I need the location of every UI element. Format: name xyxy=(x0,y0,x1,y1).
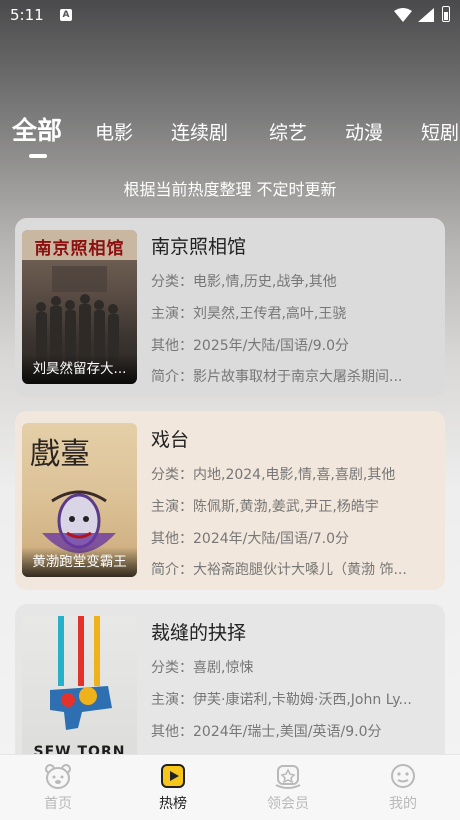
movie-meta: 其他：2024年/大陆/国语/7.0分 xyxy=(151,531,350,547)
movie-poster[interactable]: 南京照相馆 刘昊然留存大... xyxy=(22,230,137,384)
movie-poster[interactable]: 戲臺 黄渤跑堂变霸王 xyxy=(22,423,137,577)
status-bar: 5:11 A xyxy=(0,0,460,32)
movie-synopsis: 简介：影片故事取材于南京大屠杀期间... xyxy=(151,369,403,385)
movie-genre: 分类：内地,2024,电影,情,喜,喜剧,其他 xyxy=(151,467,396,483)
poster-caption: 黄渤跑堂变霸王 xyxy=(22,547,137,577)
movie-title: 裁缝的抉择 xyxy=(151,622,247,644)
movie-genre: 分类：喜剧,惊悚 xyxy=(151,660,254,676)
tab-variety[interactable]: 综艺 xyxy=(269,116,307,150)
movie-cast: 主演：刘昊然,王传君,高叶,王骁 xyxy=(151,306,347,322)
nav-profile[interactable]: 我的 xyxy=(363,761,443,813)
movie-meta: 其他：2024年/瑞士,美国/英语/9.0分 xyxy=(151,724,382,740)
movie-title: 南京照相馆 xyxy=(151,236,247,258)
bottom-nav: 首页 热榜 领会员 我的 xyxy=(0,754,460,820)
nav-vip-label: 领会员 xyxy=(267,796,309,812)
tab-anime[interactable]: 动漫 xyxy=(345,116,383,150)
poster-caption: 刘昊然留存大... xyxy=(22,354,137,384)
wifi-icon xyxy=(394,8,412,22)
notification-badge-icon: A xyxy=(60,9,72,21)
movie-meta: 其他：2025年/大陆/国语/9.0分 xyxy=(151,338,350,354)
bear-face-icon xyxy=(45,764,71,789)
tab-indicator xyxy=(29,154,47,158)
vip-gift-icon xyxy=(275,765,301,789)
movie-cast: 主演：陈佩斯,黄渤,姜武,尹正,杨皓宇 xyxy=(151,499,379,515)
battery-icon xyxy=(442,6,450,22)
tab-all[interactable]: 全部 xyxy=(12,116,62,148)
movie-poster[interactable]: SEW TORN xyxy=(22,616,137,770)
nav-hot-list-label: 热榜 xyxy=(159,796,187,812)
movie-title: 戏台 xyxy=(151,429,190,451)
nav-hot-list[interactable]: 热榜 xyxy=(133,761,213,813)
movie-card[interactable]: 戲臺 黄渤跑堂变霸王 戏台 分类：内地,2024,电影,情,喜,喜剧,其他 主演… xyxy=(15,411,445,590)
nav-home-label: 首页 xyxy=(44,796,72,812)
nav-vip[interactable]: 领会员 xyxy=(248,761,328,813)
nav-home[interactable]: 首页 xyxy=(18,761,98,813)
signal-icon xyxy=(418,8,434,22)
status-time: 5:11 xyxy=(10,6,44,24)
ranking-subtitle: 根据当前热度整理 不定时更新 xyxy=(123,180,337,199)
nav-profile-label: 我的 xyxy=(389,796,417,812)
tab-movie[interactable]: 电影 xyxy=(95,116,133,150)
category-tabs: 全部 电影 连续剧 综艺 动漫 短剧 xyxy=(0,116,460,156)
smiley-face-icon xyxy=(391,764,415,788)
tab-short-drama[interactable]: 短剧 xyxy=(421,116,459,150)
play-square-icon xyxy=(161,764,185,788)
poster-title-text: 戲臺 xyxy=(30,437,90,472)
movie-cast: 主演：伊芙·康诺利,卡勒姆·沃西,John Ly... xyxy=(151,692,412,708)
poster-title-text: 南京照相馆 xyxy=(34,239,125,259)
movie-genre: 分类：电影,情,历史,战争,其他 xyxy=(151,274,337,290)
movie-synopsis: 简介：大裕斋跑腿伙计大嗓儿（黄渤 饰... xyxy=(151,562,407,578)
tab-series[interactable]: 连续剧 xyxy=(171,116,228,150)
movie-card[interactable]: 南京照相馆 刘昊然留存大... 南京照相馆 分类：电影,情,历史,战争,其他 主… xyxy=(15,218,445,397)
